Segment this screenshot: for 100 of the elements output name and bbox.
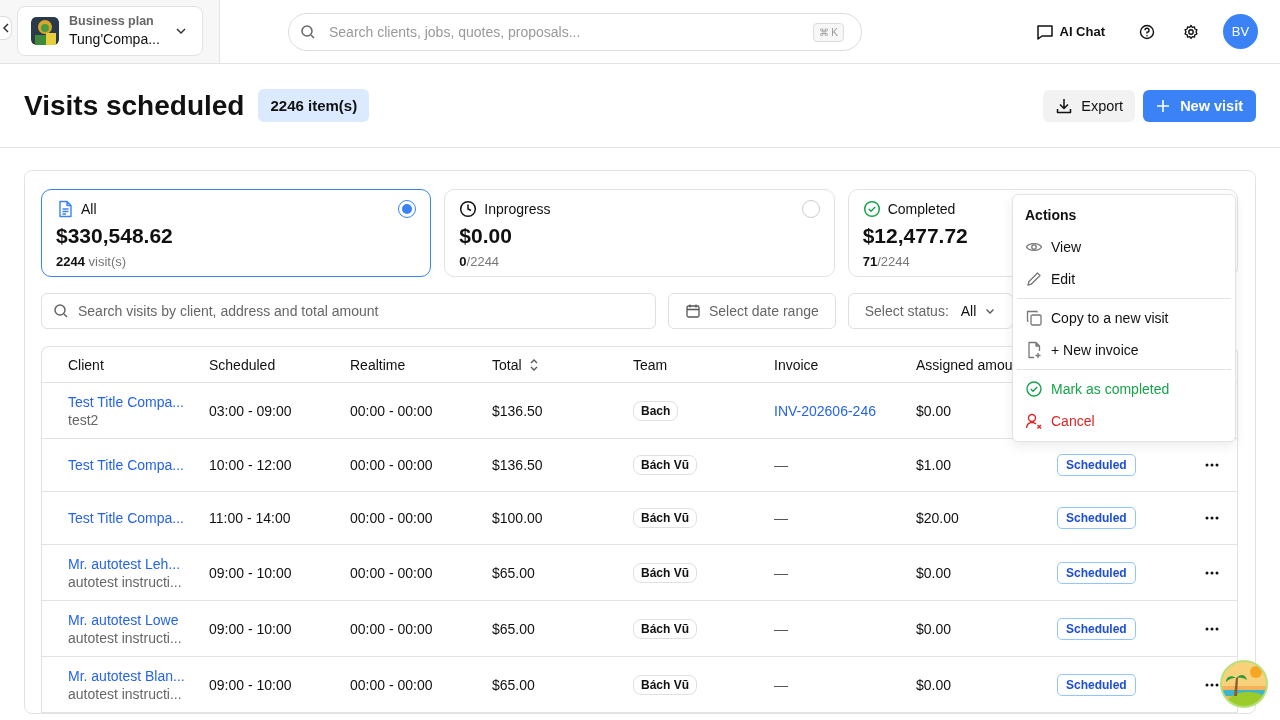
total-amount: $136.50: [492, 402, 543, 419]
team-tag: Bach: [633, 400, 679, 421]
export-button[interactable]: Export: [1043, 89, 1136, 122]
more-icon: [1205, 516, 1219, 520]
check-circle-icon: [862, 200, 881, 218]
help-icon: [1139, 23, 1155, 40]
assigned-amount: $20.00: [916, 510, 959, 526]
total-amount: $12,477.72: [862, 224, 968, 247]
pencil-icon: [1025, 270, 1043, 288]
client-link[interactable]: Test Title Compa...: [68, 393, 184, 410]
team-tag: Bách Vũ: [633, 618, 697, 639]
client-note: autotest instructi...: [68, 573, 182, 590]
status-badge: Scheduled: [1057, 454, 1136, 476]
status-badge: Scheduled: [1057, 617, 1136, 640]
assigned-amount: $0.00: [916, 402, 952, 419]
menu-item[interactable]: Edit: [1013, 263, 1235, 295]
scheduled-time: 09:00 - 10:00: [209, 620, 292, 637]
team-tag: Bách Vũ: [633, 508, 697, 528]
settings-icon: [1183, 23, 1199, 40]
company-name: Tung'Compa...: [69, 31, 160, 47]
new-visit-button[interactable]: New visit: [1143, 89, 1256, 122]
plan-label: Business plan: [69, 14, 154, 28]
assigned-amount: $0.00: [916, 620, 952, 637]
copy-icon: [1025, 309, 1043, 327]
user-avatar[interactable]: BV: [1223, 14, 1258, 49]
client-link[interactable]: Test Title Compa...: [68, 510, 184, 526]
user-remove-icon: [1025, 412, 1043, 430]
total-amount: $65.00: [492, 676, 535, 693]
total-amount: $136.50: [492, 457, 543, 473]
search-icon: [300, 23, 316, 40]
status-label: All: [81, 201, 97, 217]
total-amount: $100.00: [492, 510, 543, 526]
ai-chat-button[interactable]: AI Chat: [1027, 16, 1113, 47]
column-header: Invoice: [774, 356, 819, 373]
file-plus-icon: [1025, 341, 1043, 359]
scheduled-time: 09:00 - 10:00: [209, 564, 292, 581]
column-header: Scheduled: [209, 356, 276, 373]
company-switcher[interactable]: Business plan Tung'Compa...: [17, 5, 203, 56]
search-field[interactable]: Search visits by client, address and total amount: [41, 293, 656, 329]
realtime-time: 00:00 - 00:00: [350, 676, 433, 693]
more-icon: [1205, 626, 1219, 631]
client-link[interactable]: Mr. autotest Leh...: [68, 555, 181, 572]
menu-item[interactable]: Mark as completed: [1013, 373, 1235, 405]
status-label: Inprogress: [484, 201, 551, 217]
client-link[interactable]: Mr. autotest Blan...: [68, 667, 185, 684]
team-tag: Bách Vũ: [633, 674, 697, 695]
realtime-time: 00:00 - 00:00: [350, 457, 433, 473]
calendar-icon: [685, 303, 701, 319]
download-icon: [1055, 96, 1074, 115]
assigned-amount: $0.00: [916, 564, 952, 581]
menu-item[interactable]: View: [1013, 231, 1235, 263]
check-circle-icon: [1025, 380, 1043, 398]
chat-icon: [1035, 22, 1054, 41]
date-range-picker[interactable]: Select date range: [668, 293, 836, 329]
total-amount: $0.00: [459, 224, 512, 247]
menu-item[interactable]: Copy to a new visit: [1013, 302, 1235, 334]
column-header: Total: [492, 356, 522, 373]
invoice-empty: —: [774, 676, 788, 693]
search-icon: [53, 303, 69, 319]
total-amount: $65.00: [492, 620, 535, 637]
visit-count: 0/2244: [459, 254, 500, 269]
client-note: test2: [68, 411, 99, 428]
team-tag: Bách Vũ: [633, 455, 697, 475]
status-summary-card[interactable]: All $330,548.62 2244 visit(s): [41, 189, 432, 277]
invoice-empty: —: [774, 510, 788, 526]
scheduled-time: 10:00 - 12:00: [209, 457, 292, 473]
status-label: Completed: [887, 201, 956, 217]
plus-icon: [1156, 98, 1171, 113]
menu-item[interactable]: Cancel: [1013, 405, 1235, 437]
visit-count: 71/2244: [862, 254, 910, 269]
client-link[interactable]: Mr. autotest Lowe: [68, 611, 179, 628]
realtime-time: 00:00 - 00:00: [350, 564, 433, 581]
status-badge: Scheduled: [1057, 507, 1136, 529]
client-link[interactable]: Test Title Compa...: [68, 457, 184, 473]
column-header: Team: [633, 356, 668, 373]
page-title: Visits scheduled: [24, 89, 245, 122]
total-amount: $65.00: [492, 564, 535, 581]
status-summary-card[interactable]: Inprogress $0.00 0/2244: [444, 189, 835, 277]
scheduled-time: 03:00 - 09:00: [209, 402, 292, 419]
column-header: Assigned amou: [916, 356, 1013, 373]
realtime-time: 00:00 - 00:00: [350, 510, 433, 526]
item-count-badge: 2246 item(s): [258, 89, 370, 122]
more-icon: [1205, 463, 1219, 467]
more-icon: [1205, 682, 1219, 687]
menu-title: Actions: [1024, 206, 1078, 225]
visit-count: 2244 visit(s): [56, 254, 127, 269]
assigned-amount: $1.00: [916, 457, 952, 473]
invoice-empty: —: [774, 457, 788, 473]
status-badge: Scheduled: [1057, 673, 1136, 696]
invoice-empty: —: [774, 620, 788, 637]
invoice-link[interactable]: INV-202606-246: [774, 402, 876, 419]
realtime-time: 00:00 - 00:00: [350, 402, 433, 419]
realtime-time: 00:00 - 00:00: [350, 620, 433, 637]
more-icon: [1205, 570, 1219, 575]
column-header: Client: [68, 356, 104, 373]
document-icon: [56, 200, 74, 218]
menu-item[interactable]: + New invoice: [1013, 334, 1235, 366]
team-tag: Bách Vũ: [633, 562, 697, 583]
scheduled-time: 09:00 - 10:00: [209, 676, 292, 693]
collapse-button[interactable]: [0, 15, 12, 40]
